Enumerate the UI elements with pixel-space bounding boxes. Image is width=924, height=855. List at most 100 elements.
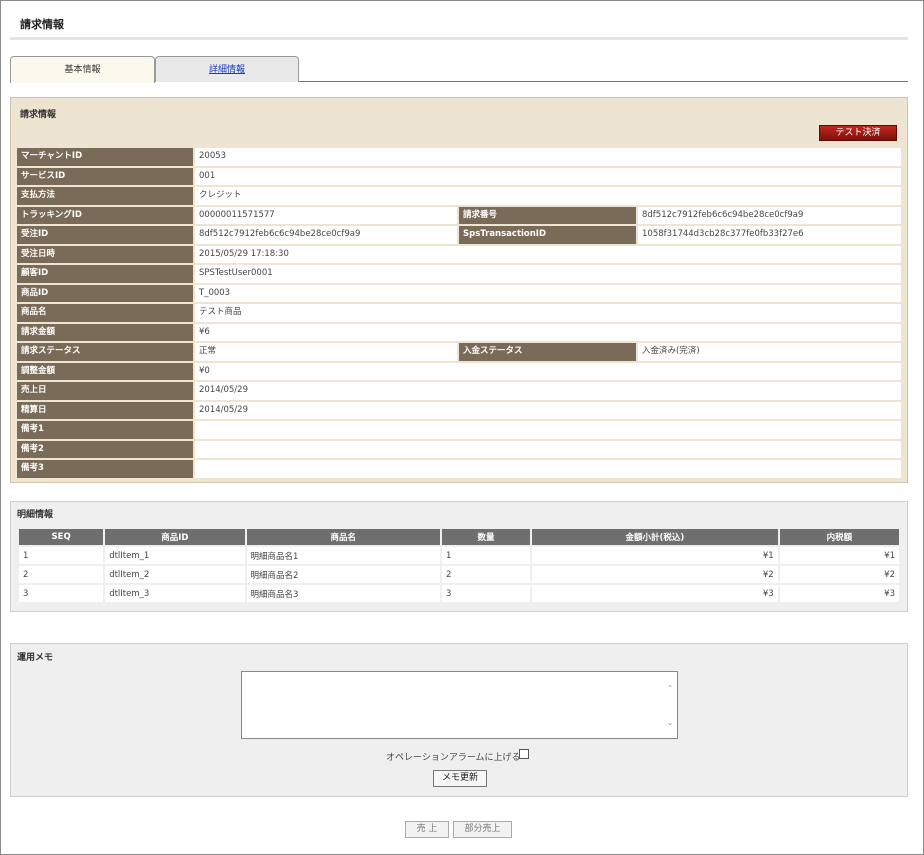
table-row: 1 dtlItem_1 明細商品名1 1 ¥1 ¥1 — [19, 547, 899, 564]
table-cell: 2 — [441, 566, 531, 583]
table-cell: 明細商品名3 — [246, 585, 440, 602]
table-cell: 1 — [441, 547, 531, 564]
table-cell: 明細商品名2 — [246, 566, 440, 583]
table-cell: ¥2 — [532, 566, 778, 583]
field-value: 2014/05/29 — [195, 382, 901, 400]
billing-row: 支払方法 クレジット — [17, 186, 901, 206]
field-value: T_0003 — [195, 284, 901, 302]
page-header: 請求情報 — [10, 4, 908, 40]
billing-row: 備考1 — [17, 420, 901, 440]
table-cell: dtlItem_3 — [105, 585, 245, 602]
billing-row: 備考3 — [17, 459, 901, 479]
field-label: 売上日 — [17, 382, 193, 400]
memo-update-button[interactable]: メモ更新 — [433, 770, 487, 787]
billing-row: 請求ステータス 正常 入金ステータス 入金済み(完済) — [17, 342, 901, 362]
field-value: テスト商品 — [195, 304, 901, 322]
table-cell: ¥2 — [779, 566, 899, 583]
field-value: 8df512c7912feb6c6c94be28ce0cf9a9 — [638, 206, 901, 224]
partial-sales-button[interactable]: 部分売上 — [453, 821, 512, 838]
billing-row: サービスID 001 — [17, 167, 901, 187]
billing-row: トラッキングID 00000011571577 請求番号 8df512c7912feb… — [17, 206, 901, 226]
tab-basic-info[interactable]: 基本情報 — [10, 56, 155, 83]
operation-alarm-checkbox[interactable] — [519, 749, 529, 759]
column-header: 商品ID — [105, 529, 245, 545]
table-cell: 3 — [19, 585, 104, 602]
table-cell: 明細商品名1 — [246, 547, 440, 564]
memo-panel: 運用メモ ⌃ ⌄ オペレーションアラームに上げる メモ更新 — [10, 643, 908, 797]
field-value: SPSTestUser0001 — [195, 265, 901, 283]
billing-row: 売上日 2014/05/29 — [17, 381, 901, 401]
table-cell: ¥3 — [779, 585, 899, 602]
table-row: 2 dtlItem_2 明細商品名2 2 ¥2 ¥2 — [19, 566, 899, 583]
table-row: 3 dtlItem_3 明細商品名3 3 ¥3 ¥3 — [19, 585, 899, 602]
sales-button[interactable]: 売 上 — [405, 821, 449, 838]
field-value: 1058f31744d3cb28c377fe0fb33f27e6 — [638, 226, 901, 244]
field-value — [195, 440, 901, 458]
field-label: 入金ステータス — [459, 343, 636, 361]
scroll-down-icon[interactable]: ⌄ — [665, 718, 675, 728]
memo-section-title: 運用メモ — [17, 653, 54, 663]
memo-textarea[interactable] — [241, 671, 678, 739]
field-label: 備考3 — [17, 460, 193, 478]
field-label: 備考1 — [17, 421, 193, 439]
table-cell: ¥3 — [532, 585, 778, 602]
column-header: 商品名 — [246, 529, 440, 545]
field-label: 請求ステータス — [17, 343, 193, 361]
billing-row: 請求金額 ¥6 — [17, 323, 901, 343]
billing-row: 顧客ID SPSTestUser0001 — [17, 264, 901, 284]
field-label: マーチャントID — [17, 148, 193, 166]
field-label: サービスID — [17, 167, 193, 185]
field-label: 受注ID — [17, 226, 193, 244]
field-label: 調整金額 — [17, 362, 193, 380]
field-value: 001 — [195, 167, 901, 185]
detail-table: SEQ 商品ID 商品名 数量 金額小計(税込) 内税額 1 dtlItem_1 明細商品名1… — [17, 527, 901, 604]
field-value: ¥6 — [195, 323, 901, 341]
field-value: 2015/05/29 17:18:30 — [195, 245, 901, 263]
page-frame: 請求情報 基本情報 詳細情報 請求情報 テスト決済 マーチャントID 20053 サ… — [0, 0, 924, 855]
field-label: 請求金額 — [17, 323, 193, 341]
billing-info-panel: 請求情報 テスト決済 マーチャントID 20053 サービスID 001 支払方法 クレジ… — [10, 97, 908, 483]
column-header: 数量 — [441, 529, 531, 545]
detail-table-header: SEQ 商品ID 商品名 数量 金額小計(税込) 内税額 — [19, 529, 899, 545]
scroll-up-icon[interactable]: ⌃ — [665, 684, 675, 694]
field-value: ¥0 — [195, 362, 901, 380]
table-cell: 3 — [441, 585, 531, 602]
field-value: 20053 — [195, 148, 901, 166]
billing-row: 備考2 — [17, 440, 901, 460]
field-label: トラッキングID — [17, 206, 193, 224]
tab-bar: 基本情報 詳細情報 — [10, 56, 908, 83]
operation-alarm-label: オペレーションアラームに上げる — [386, 753, 521, 763]
field-label: 請求番号 — [459, 206, 636, 224]
column-header: 内税額 — [779, 529, 899, 545]
table-cell: dtlItem_2 — [105, 566, 245, 583]
field-label: 支払方法 — [17, 187, 193, 205]
column-header: SEQ — [19, 529, 104, 545]
field-value — [195, 421, 901, 439]
field-value: 入金済み(完済) — [638, 343, 901, 361]
detail-info-panel: 明細情報 SEQ 商品ID 商品名 数量 金額小計(税込) 内税額 1 dtlItem_1 明… — [10, 501, 908, 612]
field-label: 精算日 — [17, 401, 193, 419]
field-value: クレジット — [195, 187, 901, 205]
detail-section-title: 明細情報 — [17, 510, 54, 520]
table-cell: 1 — [19, 547, 104, 564]
field-value: 2014/05/29 — [195, 401, 901, 419]
billing-row: 受注ID 8df512c7912feb6c6c94be28ce0cf9a9 SpsT… — [17, 225, 901, 245]
billing-section-title: 請求情報 — [20, 110, 57, 120]
field-value — [195, 460, 901, 478]
field-label: 顧客ID — [17, 265, 193, 283]
tab-detail-info[interactable]: 詳細情報 — [155, 56, 299, 82]
billing-row: 商品名 テスト商品 — [17, 303, 901, 323]
field-label: 備考2 — [17, 440, 193, 458]
table-cell: ¥1 — [532, 547, 778, 564]
table-cell: ¥1 — [779, 547, 899, 564]
table-cell: 2 — [19, 566, 104, 583]
billing-row: マーチャントID 20053 — [17, 147, 901, 167]
field-value: 00000011571577 — [195, 206, 457, 224]
billing-row: 商品ID T_0003 — [17, 284, 901, 304]
test-payment-button[interactable]: テスト決済 — [819, 125, 897, 141]
field-label: 商品名 — [17, 304, 193, 322]
field-label: 商品ID — [17, 284, 193, 302]
billing-row: 受注日時 2015/05/29 17:18:30 — [17, 245, 901, 265]
field-value: 8df512c7912feb6c6c94be28ce0cf9a9 — [195, 226, 457, 244]
billing-row: 調整金額 ¥0 — [17, 362, 901, 382]
